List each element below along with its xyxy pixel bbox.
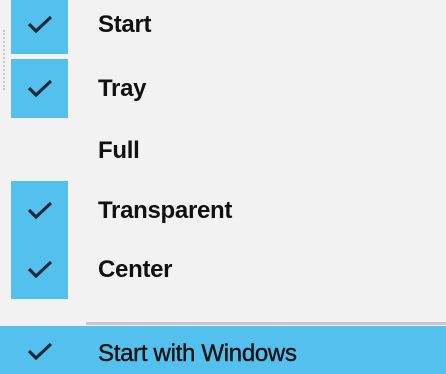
check-area [11,326,68,374]
checkmark-icon [27,260,53,279]
menu-item-label: Transparent [98,197,233,224]
menu-separator [86,322,446,325]
menu-item-label: Start [98,11,152,38]
menu-item-label: Tray [98,75,147,102]
menu-item-transparent[interactable]: Transparent [0,181,446,240]
checkmark-icon [27,201,53,220]
menu-item-label: Full [98,137,140,164]
menu-item-tray[interactable]: Tray [0,59,446,118]
menu-item-start[interactable]: Start [0,0,446,54]
menu-item-full[interactable]: Full [0,121,446,180]
context-menu: Start Tray Full Transparent Center Start… [0,0,446,374]
menu-item-center[interactable]: Center [0,240,446,299]
checkmark-icon [27,15,53,34]
check-area [11,240,68,299]
menu-item-label: Center [98,256,173,283]
check-area [11,59,68,118]
check-area [11,0,68,54]
checkmark-icon [27,342,53,361]
check-area [11,121,68,180]
menu-item-start-with-windows[interactable]: Start with Windows [0,326,446,374]
menu-item-label: Start with Windows [98,340,297,367]
checkmark-icon [27,79,53,98]
check-area [11,181,68,240]
